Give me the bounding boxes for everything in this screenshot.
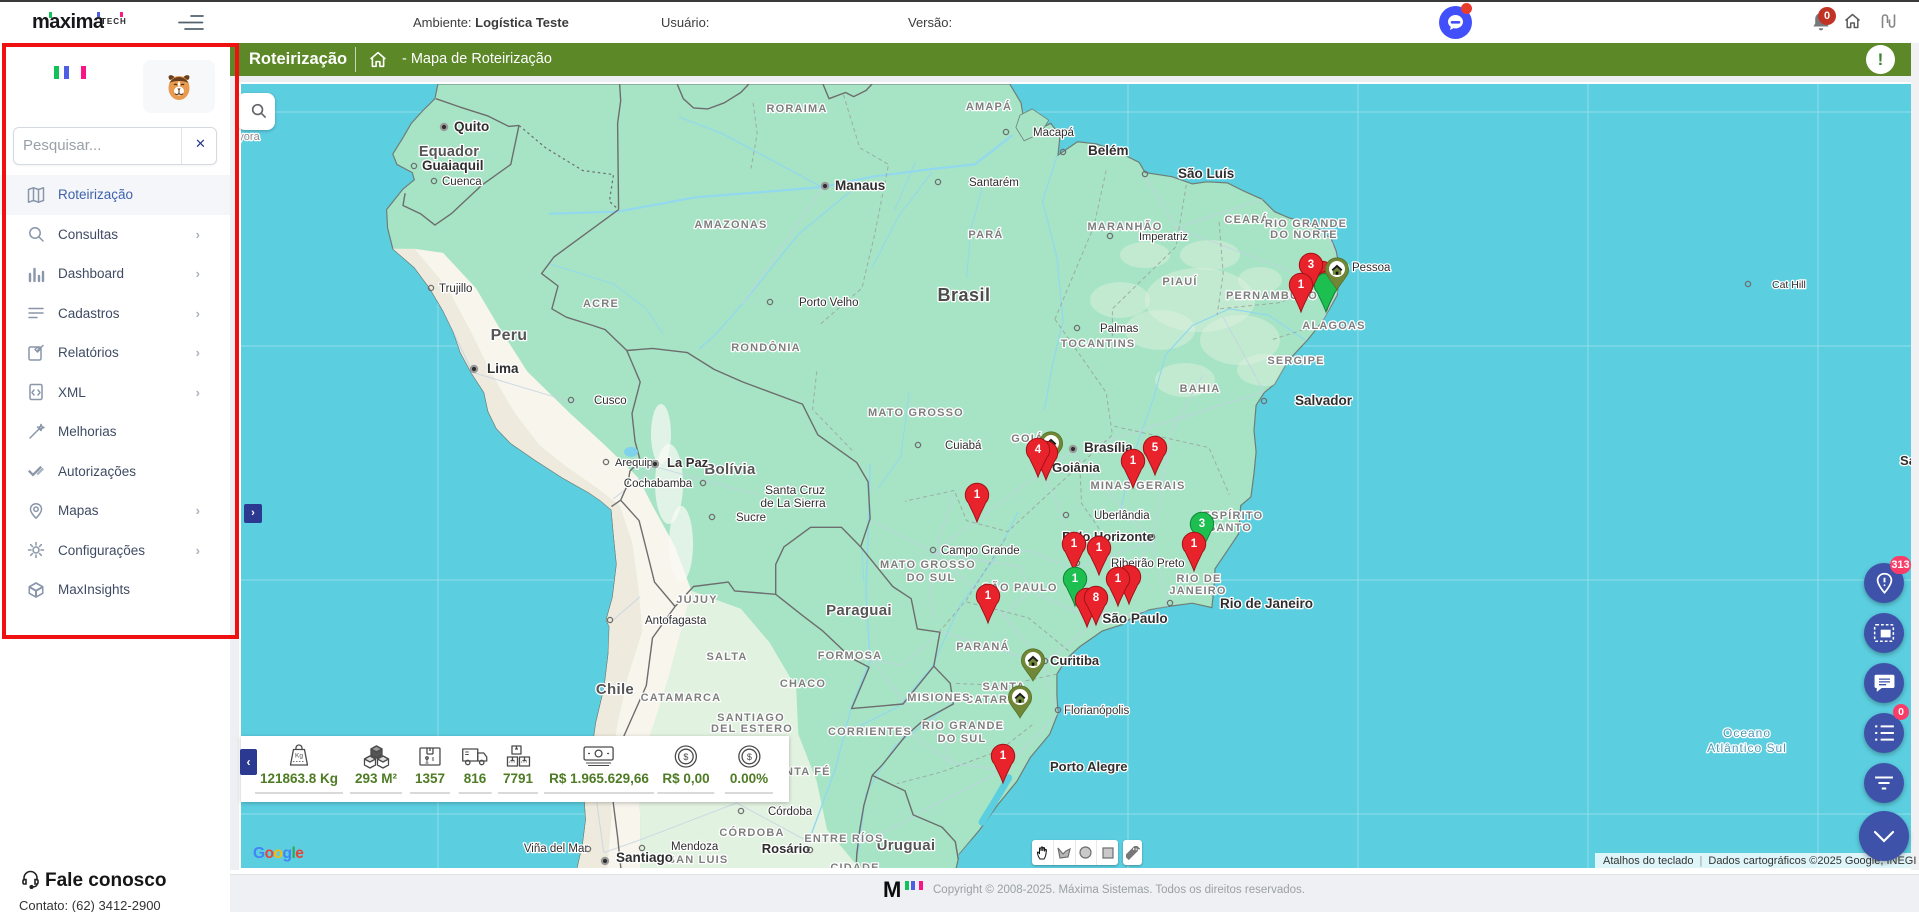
svg-text:yora: yora — [241, 131, 261, 143]
svg-text:Rosário: Rosário — [762, 841, 810, 856]
svg-text:JANEIRO: JANEIRO — [1169, 585, 1226, 597]
svg-text:PARÁ: PARÁ — [968, 228, 1003, 241]
svg-text:Salvador: Salvador — [1295, 393, 1353, 408]
svg-text:Palmas: Palmas — [1100, 323, 1139, 335]
svg-text:Santiago: Santiago — [616, 850, 673, 865]
svg-text:RORAIMA: RORAIMA — [767, 103, 828, 115]
svg-text:ENTRE RÍOS: ENTRE RÍOS — [804, 832, 883, 845]
svg-text:Florianópolis: Florianópolis — [1064, 705, 1129, 717]
svg-text:1: 1 — [974, 489, 981, 501]
svg-text:Viña del Mar: Viña del Mar — [524, 843, 589, 855]
svg-text:Quito: Quito — [454, 119, 489, 134]
svg-text:1: 1 — [1072, 573, 1079, 585]
svg-text:Cuenca: Cuenca — [442, 176, 482, 188]
svg-text:Antofagasta: Antofagasta — [645, 615, 707, 627]
svg-text:MINAS GERAIS: MINAS GERAIS — [1090, 480, 1185, 492]
svg-text:PIAUÍ: PIAUÍ — [1162, 275, 1197, 288]
svg-text:3: 3 — [1308, 259, 1314, 271]
svg-text:CATAMARCA: CATAMARCA — [641, 692, 722, 704]
svg-text:São Luís: São Luís — [1178, 166, 1234, 181]
svg-text:CEARÁ: CEARÁ — [1224, 213, 1269, 226]
svg-text:TOCANTINS: TOCANTINS — [1061, 338, 1136, 350]
svg-text:5: 5 — [1152, 442, 1159, 454]
svg-text:MISIONES: MISIONES — [907, 692, 970, 704]
svg-text:SALTA: SALTA — [706, 651, 747, 663]
svg-text:Oceano: Oceano — [1723, 726, 1771, 740]
svg-text:FORMOSA: FORMOSA — [818, 650, 883, 662]
svg-text:La Paz: La Paz — [667, 455, 709, 470]
svg-text:MATO GROSSO: MATO GROSSO — [880, 559, 976, 571]
svg-text:Lima: Lima — [487, 361, 519, 376]
svg-text:Curitiba: Curitiba — [1050, 653, 1100, 668]
svg-text:Peru: Peru — [491, 327, 528, 344]
svg-text:Campo Grande: Campo Grande — [941, 545, 1020, 557]
svg-text:Bolívia: Bolívia — [704, 461, 756, 478]
svg-text:DO SUL: DO SUL — [938, 733, 987, 745]
svg-text:$: $ — [683, 752, 688, 762]
svg-text:Porto Alegre: Porto Alegre — [1050, 759, 1128, 774]
svg-text:SAN LUIS: SAN LUIS — [668, 854, 729, 866]
svg-text:1: 1 — [1298, 279, 1305, 291]
svg-text:Sucre: Sucre — [736, 512, 766, 524]
svg-text:4: 4 — [1035, 444, 1042, 456]
svg-text:Santa Cruz: Santa Cruz — [765, 483, 825, 497]
svg-text:CIDADE: CIDADE — [830, 862, 879, 868]
svg-text:Imperatriz: Imperatriz — [1139, 231, 1188, 243]
svg-text:Paraguai: Paraguai — [826, 602, 892, 619]
svg-text:1: 1 — [1115, 573, 1122, 585]
svg-text:AMAZONAS: AMAZONAS — [694, 219, 767, 231]
svg-text:CORRIENTES: CORRIENTES — [828, 726, 912, 738]
svg-text:São Paulo: São Paulo — [1102, 611, 1167, 626]
svg-text:AMAPÁ: AMAPÁ — [966, 100, 1012, 113]
svg-text:Córdoba: Córdoba — [768, 806, 813, 818]
svg-text:Cat Hill: Cat Hill — [1772, 279, 1806, 291]
svg-text:SERGIPE: SERGIPE — [1267, 355, 1324, 367]
svg-text:DO NORTE: DO NORTE — [1270, 229, 1338, 241]
svg-text:de La Sierra: de La Sierra — [760, 496, 826, 510]
svg-text:RIO GRANDE: RIO GRANDE — [922, 720, 1004, 732]
svg-text:Belém: Belém — [1088, 143, 1129, 158]
svg-text:Sa: Sa — [1900, 453, 1911, 468]
svg-text:JUJUY: JUJUY — [676, 594, 717, 606]
svg-text:Manaus: Manaus — [835, 178, 885, 193]
svg-text:ACRE: ACRE — [583, 298, 619, 310]
svg-text:CHACO: CHACO — [780, 678, 826, 690]
svg-text:Brasil: Brasil — [937, 285, 990, 305]
svg-text:CÓRDOBA: CÓRDOBA — [719, 826, 784, 839]
svg-text:MATO GROSSO: MATO GROSSO — [868, 407, 964, 419]
svg-text:Santarém: Santarém — [969, 177, 1019, 189]
svg-text:BAHIA: BAHIA — [1180, 383, 1221, 395]
svg-text:1: 1 — [1071, 538, 1078, 550]
svg-text:1: 1 — [1191, 538, 1198, 550]
svg-text:Cochabamba: Cochabamba — [624, 478, 693, 490]
svg-text:Rio de Janeiro: Rio de Janeiro — [1220, 596, 1313, 611]
svg-text:8: 8 — [1093, 592, 1100, 604]
svg-text:DEL ESTERO: DEL ESTERO — [711, 723, 793, 735]
svg-text:Guaiaquil: Guaiaquil — [422, 158, 484, 173]
svg-text:Porto Velho: Porto Velho — [799, 297, 858, 309]
svg-text:1: 1 — [1130, 455, 1137, 467]
svg-text:Cuiabá: Cuiabá — [945, 440, 982, 452]
svg-text:RIO DE: RIO DE — [1176, 573, 1221, 585]
svg-text:Chile: Chile — [596, 681, 634, 698]
svg-text:Uberlândia: Uberlândia — [1094, 510, 1150, 522]
svg-text:SANTO: SANTO — [1208, 522, 1252, 534]
svg-text:ALAGOAS: ALAGOAS — [1302, 320, 1365, 332]
svg-text:Atlântico Sul: Atlântico Sul — [1707, 741, 1787, 755]
svg-text:Goiânia: Goiânia — [1052, 460, 1100, 475]
svg-text:1: 1 — [985, 590, 992, 602]
svg-text:Kg: Kg — [295, 753, 303, 760]
svg-text:Macapá: Macapá — [1033, 127, 1075, 139]
svg-text:1: 1 — [1000, 750, 1007, 762]
svg-text:$: $ — [746, 752, 751, 762]
svg-text:Cusco: Cusco — [594, 395, 627, 407]
svg-text:Uruguai: Uruguai — [877, 837, 936, 854]
svg-text:DO SUL: DO SUL — [907, 572, 956, 584]
svg-text:3: 3 — [1199, 518, 1205, 530]
svg-text:1: 1 — [1096, 542, 1103, 554]
svg-text:PARANÁ: PARANÁ — [956, 640, 1009, 653]
svg-text:Mendoza: Mendoza — [671, 841, 719, 853]
svg-text:RONDÔNIA: RONDÔNIA — [731, 341, 801, 354]
svg-text:Trujillo: Trujillo — [439, 283, 472, 295]
